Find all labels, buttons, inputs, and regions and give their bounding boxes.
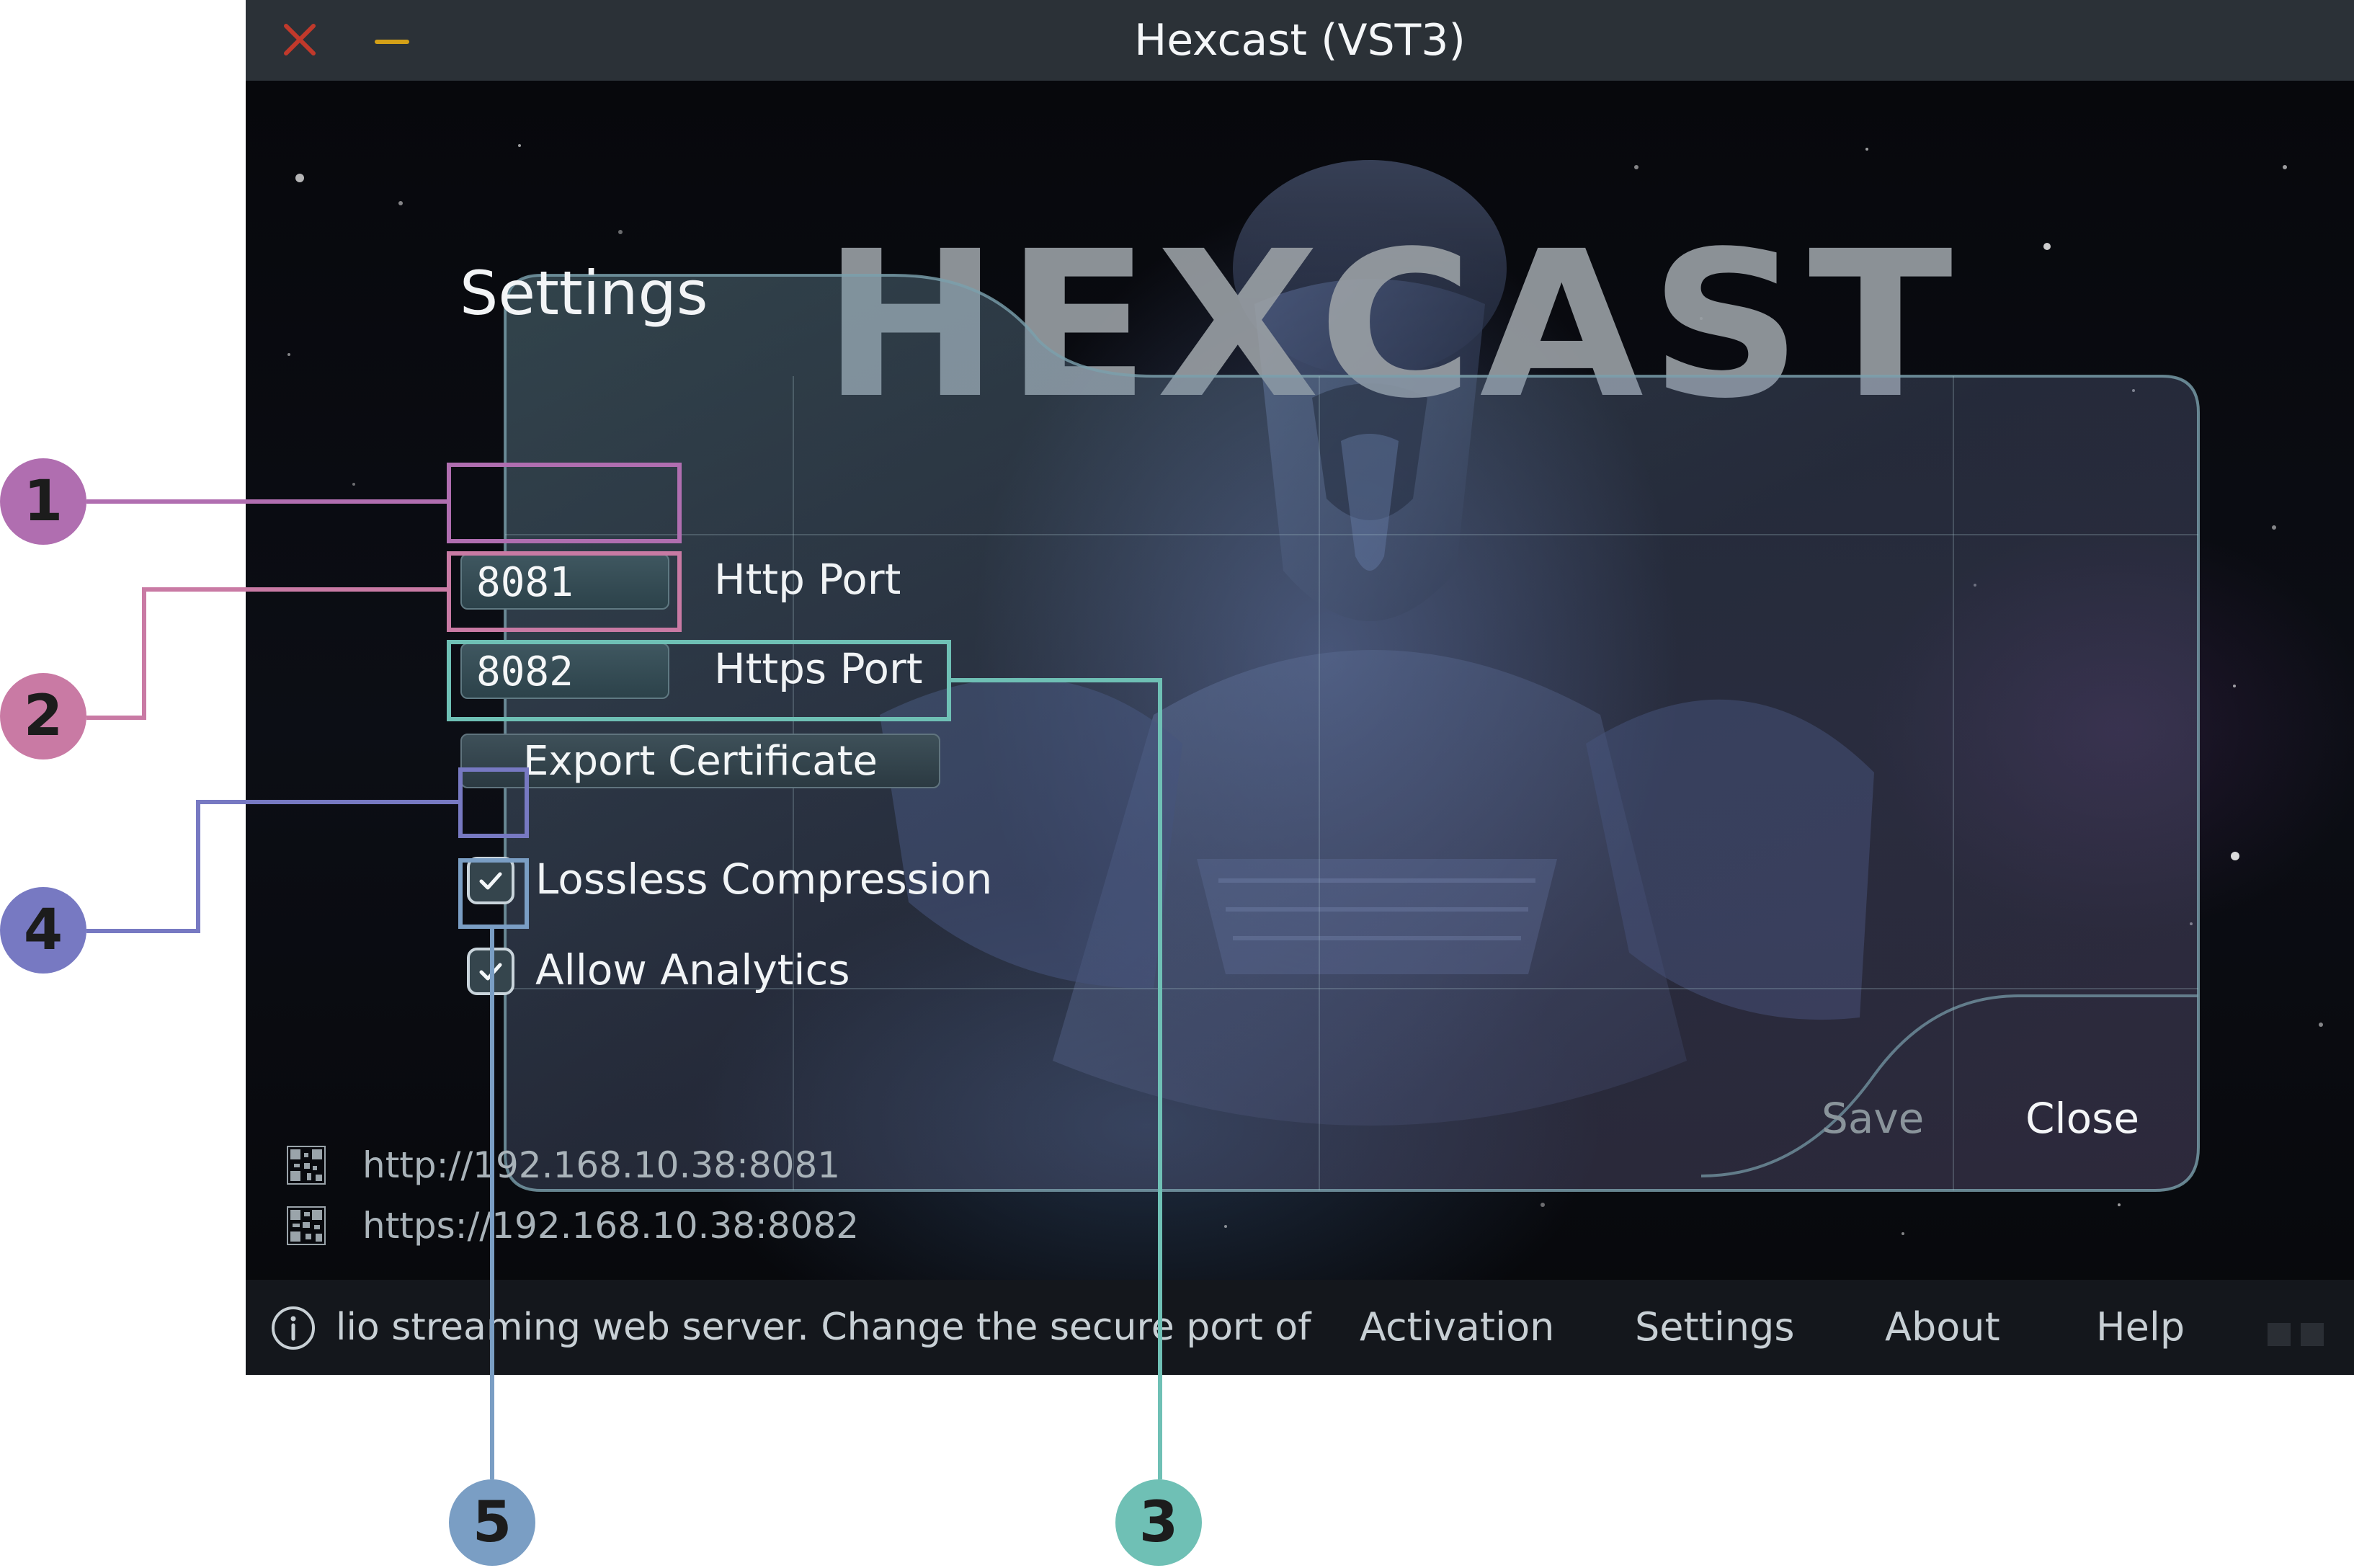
nav-help[interactable]: Help <box>2096 1298 2185 1356</box>
https-port-label: Https Port <box>714 644 923 693</box>
nav-activation[interactable]: Activation <box>1360 1298 1554 1356</box>
http-port-input[interactable]: 8081 <box>460 553 669 610</box>
qr-code-icon[interactable] <box>287 1146 326 1185</box>
callout-badge-1: 1 <box>0 458 86 545</box>
info-icon <box>272 1306 315 1350</box>
settings-title: Settings <box>460 258 708 329</box>
allow-analytics-checkbox[interactable] <box>467 948 514 995</box>
nav-about[interactable]: About <box>1885 1298 2000 1356</box>
export-certificate-button[interactable]: Export Certificate <box>460 734 940 788</box>
callout-badge-3: 3 <box>1115 1479 1202 1566</box>
checkmark-icon <box>479 872 502 890</box>
callout-badge-4: 4 <box>0 887 86 974</box>
callout-badge-5: 5 <box>449 1479 535 1566</box>
status-ticker-text: lio streaming web server. Change the sec… <box>336 1306 1311 1349</box>
title-bar: Hexcast (VST3) <box>246 0 2354 82</box>
plugin-view: HEXCAST Settings 8081 Http Port 8082 Htt… <box>246 81 2354 1375</box>
allow-analytics-label: Allow Analytics <box>535 945 850 994</box>
status-bar: lio streaming web server. Change the sec… <box>246 1280 2354 1375</box>
http-url-text[interactable]: http://192.168.10.38:8081 <box>362 1140 840 1190</box>
close-button[interactable]: Close <box>2025 1090 2139 1147</box>
checkmark-icon <box>479 963 502 981</box>
close-x-icon[interactable] <box>275 14 325 65</box>
nav-settings[interactable]: Settings <box>1635 1298 1794 1356</box>
https-port-input[interactable]: 8082 <box>460 643 669 699</box>
settings-panel <box>504 274 2200 1192</box>
minimize-icon[interactable] <box>367 14 417 65</box>
callout-badge-2: 2 <box>0 673 86 760</box>
https-url-text[interactable]: https://192.168.10.38:8082 <box>362 1200 859 1251</box>
window-title: Hexcast (VST3) <box>1134 15 1466 66</box>
lossless-compression-checkbox[interactable] <box>467 857 514 904</box>
app-window: Hexcast (VST3) HEXCAST Settings 8081 Htt… <box>246 0 2354 1375</box>
save-button[interactable]: Save <box>1822 1090 1924 1147</box>
lossless-compression-label: Lossless Compression <box>535 855 993 904</box>
resize-grip-icon[interactable] <box>2268 1323 2325 1346</box>
http-port-label: Http Port <box>714 555 901 604</box>
qr-code-icon[interactable] <box>287 1206 326 1245</box>
